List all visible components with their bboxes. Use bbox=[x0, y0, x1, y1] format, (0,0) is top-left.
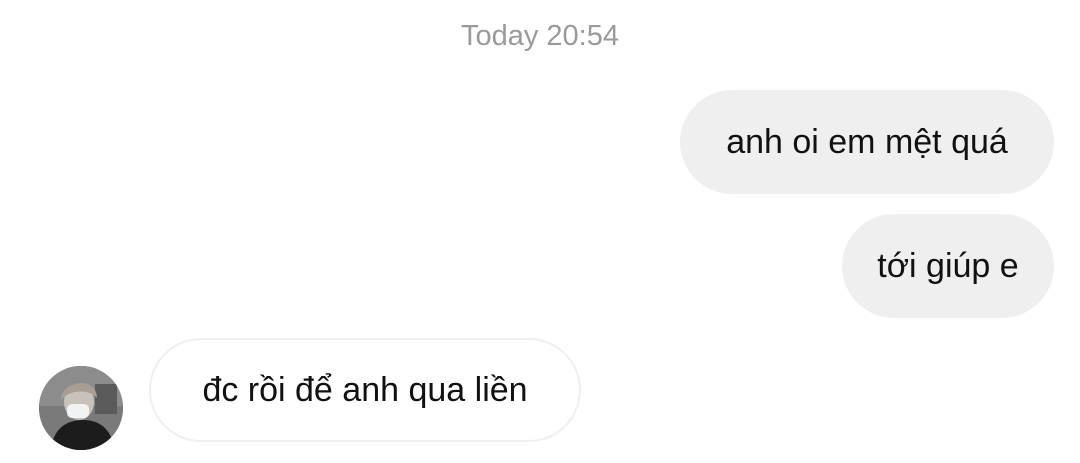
message-text: tới giúp e bbox=[877, 246, 1019, 285]
message-timestamp: Today 20:54 bbox=[460, 20, 619, 52]
outgoing-message-bubble[interactable]: anh oi em mệt quá bbox=[680, 90, 1054, 194]
chat-thread: Today 20:54 anh oi em mệt quá tới giúp e… bbox=[0, 0, 1080, 463]
avatar-photo bbox=[39, 366, 123, 450]
outgoing-message-bubble[interactable]: tới giúp e bbox=[842, 214, 1054, 318]
avatar[interactable] bbox=[39, 366, 123, 450]
incoming-message-bubble[interactable]: đc rồi để anh qua liền bbox=[149, 338, 581, 442]
message-text: anh oi em mệt quá bbox=[726, 122, 1008, 161]
message-text: đc rồi để anh qua liền bbox=[202, 370, 528, 409]
